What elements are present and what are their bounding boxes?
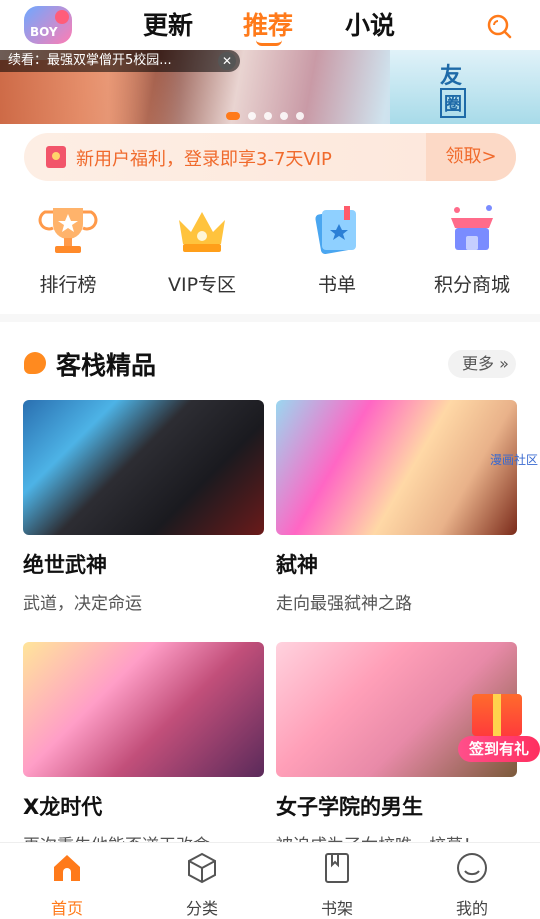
nav-label: 书架	[320, 899, 353, 918]
app-logo[interactable]: BOY	[24, 6, 72, 44]
home-icon	[54, 855, 80, 881]
daily-checkin-gift[interactable]: 签到有礼	[458, 690, 540, 764]
active-tab-indicator	[256, 40, 282, 46]
section-logo-icon	[24, 352, 46, 374]
nav-profile[interactable]: 我的	[432, 851, 512, 919]
new-user-promo[interactable]: 新用户福利，登录即享3-7天VIP 领取>	[24, 133, 516, 181]
logo-badge	[55, 10, 69, 24]
quick-link-label: 积分商城	[433, 274, 510, 296]
comic-card[interactable]: 绝世武神 武道，决定命运	[23, 400, 264, 614]
nav-label: 分类	[185, 899, 218, 918]
tab-recommended[interactable]: 推荐	[243, 6, 293, 42]
nav-bookshelf[interactable]: 书架	[297, 851, 377, 919]
bookshelf-icon	[325, 853, 349, 883]
quick-link-points-store[interactable]: 积分商城	[412, 198, 532, 297]
gift-card-icon	[46, 146, 66, 168]
search-icon[interactable]	[485, 12, 513, 40]
top-header: BOY 更新 推荐 小说	[0, 0, 540, 50]
watermark-text: 漫画社区	[490, 453, 539, 467]
quick-link-label: 排行榜	[39, 274, 97, 296]
chevron-right-icon: »	[494, 354, 509, 373]
continue-reading-ticker[interactable]: 续看：最强双掌僧开5校园...	[0, 50, 240, 72]
comic-title: 弑神	[276, 553, 318, 577]
tab-updates[interactable]: 更新	[143, 6, 193, 42]
comic-title: X龙时代	[23, 795, 103, 819]
bottom-navigation: 首页 分类 书架 我的	[0, 842, 540, 919]
comic-cover[interactable]	[23, 400, 264, 535]
trophy-icon	[38, 208, 98, 253]
nav-home[interactable]: 首页	[27, 851, 107, 919]
banner-dot[interactable]	[264, 112, 272, 120]
store-icon	[451, 205, 493, 250]
nav-label: 我的	[455, 899, 488, 918]
logo-text: BOY	[30, 25, 58, 39]
banner-pagination	[226, 112, 304, 120]
gift-box-icon	[472, 694, 522, 736]
promo-text: 新用户福利，登录即享3-7天VIP	[76, 149, 332, 170]
comic-cover[interactable]	[276, 400, 517, 535]
comic-card[interactable]: 弑神 走向最强弑神之路	[276, 400, 517, 614]
banner-dot[interactable]	[296, 112, 304, 120]
close-icon[interactable]: ✕	[218, 52, 236, 70]
comic-card[interactable]: X龙时代 再次重生他能否逆天改命	[23, 642, 264, 856]
quick-link-booklist[interactable]: 书单	[277, 198, 397, 297]
banner-dot[interactable]	[226, 112, 240, 120]
comic-desc: 武道，决定命运	[23, 594, 142, 614]
crown-icon	[179, 212, 225, 252]
more-button[interactable]: 更多 »	[448, 350, 516, 378]
banner-dot[interactable]	[248, 112, 256, 120]
tab-novels[interactable]: 小说	[345, 6, 395, 42]
more-label: 更多	[462, 354, 495, 373]
quick-link-label: VIP专区	[167, 274, 237, 296]
comic-desc: 走向最强弑神之路	[276, 594, 412, 614]
profile-icon	[457, 853, 487, 883]
claim-button[interactable]: 领取>	[426, 133, 516, 181]
banner-dot[interactable]	[280, 112, 288, 120]
comic-title: 绝世武神	[23, 553, 107, 577]
banner-side-text-1: 友	[440, 64, 463, 89]
category-icon	[188, 852, 216, 884]
quick-link-label: 书单	[317, 274, 356, 296]
section-divider	[0, 314, 540, 322]
checkin-label: 签到有礼	[458, 736, 540, 762]
comic-cover[interactable]	[23, 642, 264, 777]
nav-label: 首页	[50, 899, 83, 918]
quick-link-vip[interactable]: VIP专区	[142, 198, 262, 297]
quick-link-ranking[interactable]: 排行榜	[8, 198, 128, 297]
book-list-icon	[315, 206, 356, 255]
nav-category[interactable]: 分类	[162, 851, 242, 919]
banner-side-text-2: 圈	[440, 88, 466, 118]
comic-title: 女子学院的男生	[276, 795, 423, 819]
section-title: 客栈精品	[56, 351, 157, 380]
